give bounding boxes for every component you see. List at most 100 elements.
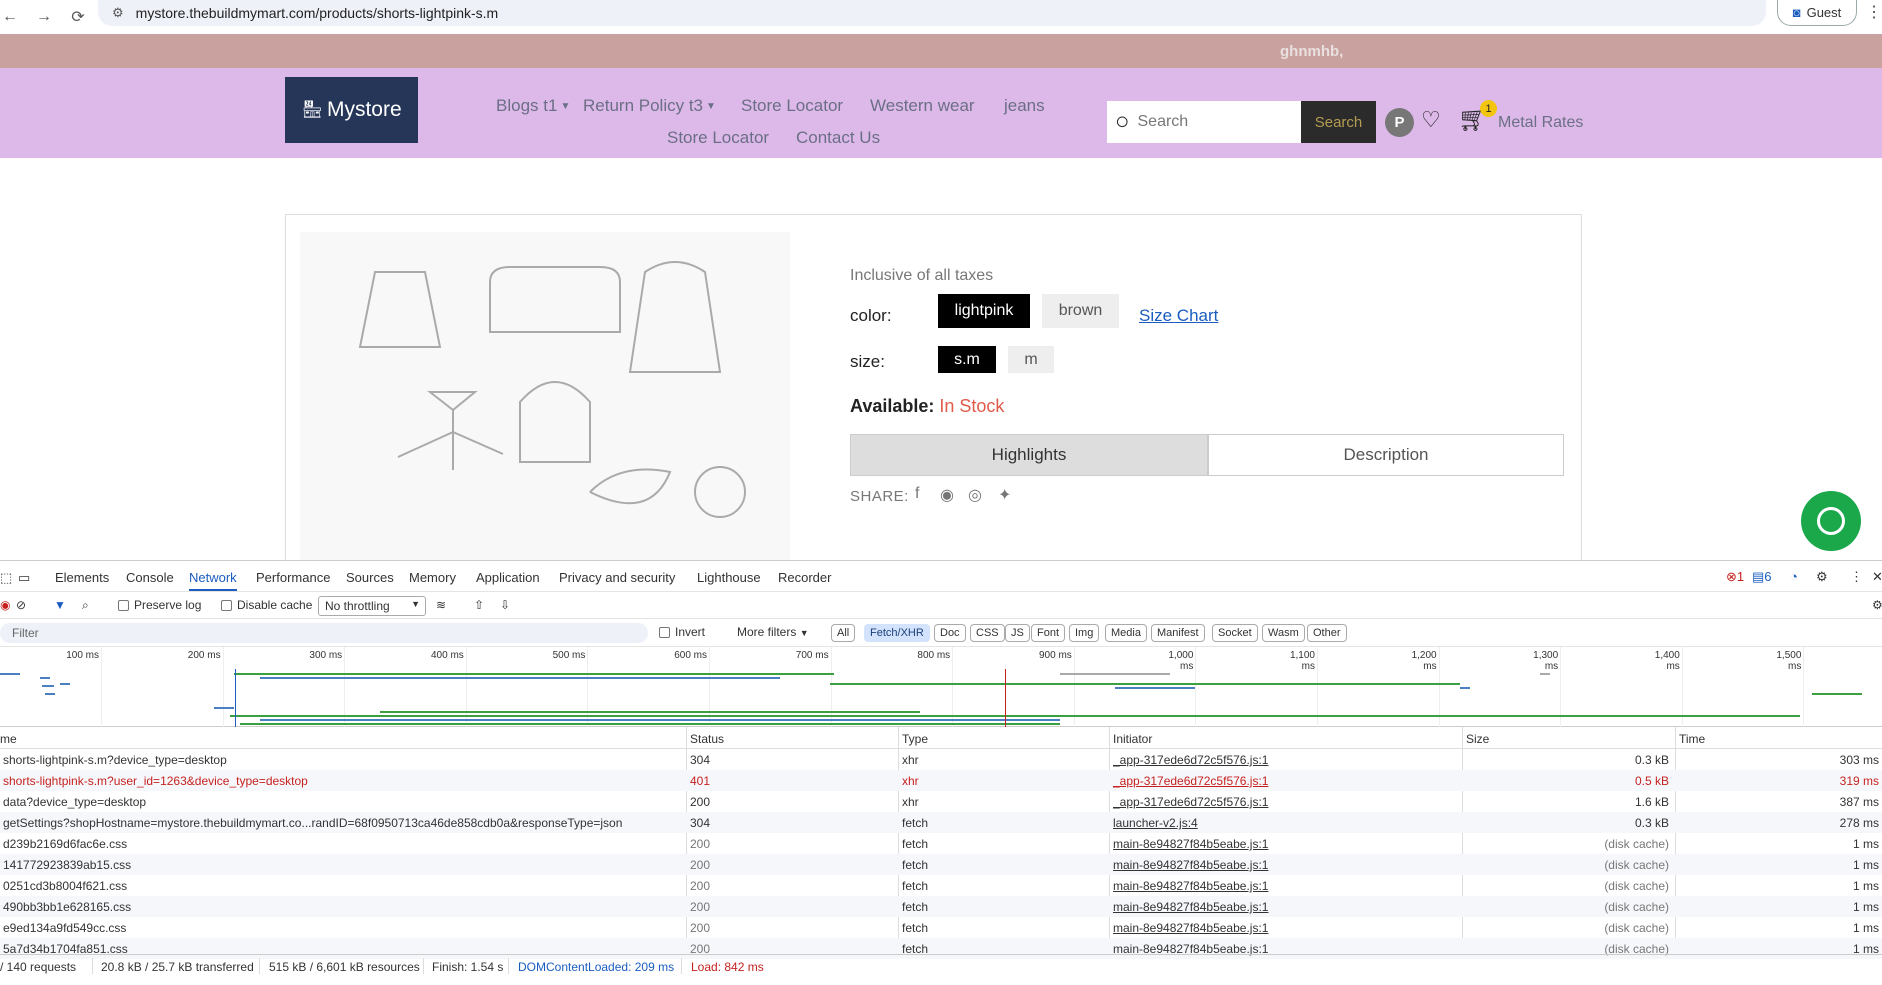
search-icon[interactable]: ⌕	[82, 598, 89, 613]
tab-performance[interactable]: Performance	[256, 570, 330, 585]
filter-funnel-icon[interactable]: ▼	[54, 598, 66, 612]
request-initiator-cell[interactable]: main-8e94827f84b5eabe.js:1	[1113, 921, 1453, 935]
device-toolbar-icon[interactable]: ▭	[18, 570, 30, 586]
column-initiator[interactable]: Initiator	[1113, 732, 1152, 746]
message-counter[interactable]: ▤6	[1752, 569, 1772, 585]
filter-type-font[interactable]: Font	[1031, 624, 1066, 642]
request-initiator-cell[interactable]: _app-317ede6d72c5f576.js:1	[1113, 795, 1453, 809]
nav-store-locator-2[interactable]: Store Locator	[667, 128, 769, 148]
nav-jeans[interactable]: jeans	[1004, 96, 1045, 116]
clear-icon[interactable]: ⊘	[16, 598, 26, 612]
close-devtools-icon[interactable]: ✕	[1872, 569, 1882, 585]
request-initiator-cell[interactable]: _app-317ede6d72c5f576.js:1	[1113, 774, 1453, 788]
size-option-m[interactable]: m	[1008, 346, 1054, 373]
twitter-icon[interactable]: ✦	[998, 485, 1011, 505]
address-bar[interactable]: ⚙ mystore.thebuildmymart.com/products/sh…	[98, 0, 1766, 26]
request-initiator-cell[interactable]: _app-317ede6d72c5f576.js:1	[1113, 753, 1453, 767]
tab-description[interactable]: Description	[1208, 434, 1564, 476]
store-logo[interactable]: 🏪︎ Mystore	[285, 77, 418, 143]
request-initiator-cell[interactable]: main-8e94827f84b5eabe.js:1	[1113, 837, 1453, 851]
tab-sources[interactable]: Sources	[346, 570, 394, 585]
filter-type-other[interactable]: Other	[1307, 624, 1347, 642]
request-row[interactable]: e9ed134a9fd549cc.css 200 fetch main-8e94827…	[0, 917, 1882, 938]
nav-store-locator[interactable]: Store Locator	[741, 96, 843, 116]
column-time[interactable]: Time	[1679, 732, 1705, 746]
filter-type-manifest[interactable]: Manifest	[1151, 624, 1205, 642]
disable-cache-checkbox[interactable]: Disable cache	[221, 598, 312, 612]
export-har-icon[interactable]: ⇩	[500, 598, 510, 612]
request-initiator-cell[interactable]: main-8e94827f84b5eabe.js:1	[1113, 900, 1453, 914]
tab-recorder[interactable]: Recorder	[778, 570, 831, 585]
reload-icon[interactable]: ⟳	[68, 7, 88, 27]
network-conditions-icon[interactable]: ≋	[436, 598, 446, 612]
site-info-icon[interactable]: ⚙	[112, 5, 124, 21]
inspect-element-icon[interactable]: ⬚	[0, 570, 12, 586]
devtools-menu-icon[interactable]: ⋮	[1850, 569, 1863, 585]
request-initiator-cell[interactable]: main-8e94827f84b5eabe.js:1	[1113, 879, 1453, 893]
tab-application[interactable]: Application	[476, 570, 540, 585]
more-filters-dropdown[interactable]: More filters ▼	[737, 625, 809, 639]
request-row[interactable]: 141772923839ab15.css 200 fetch main-8e94827…	[0, 854, 1882, 875]
request-row[interactable]: d239b2169d6fac6e.css 200 fetch main-8e94827…	[0, 833, 1882, 854]
search-field[interactable]: ○ Search	[1107, 101, 1301, 143]
profile-button[interactable]: ◙ Guest	[1777, 0, 1857, 26]
filter-type-img[interactable]: Img	[1069, 624, 1100, 642]
nav-return-policy[interactable]: Return Policy t3 ▼	[583, 96, 716, 116]
forward-arrow-icon[interactable]: →	[34, 8, 54, 26]
throttling-select[interactable]: No throttling ▼	[318, 596, 426, 616]
tab-console[interactable]: Console	[126, 570, 174, 585]
column-name[interactable]: me	[0, 732, 17, 746]
filter-type-wasm[interactable]: Wasm	[1262, 624, 1305, 642]
preserve-log-checkbox[interactable]: Preserve log	[118, 598, 201, 612]
instagram-icon[interactable]: ◎	[968, 485, 982, 505]
size-option-s-m[interactable]: s.m	[938, 346, 996, 373]
filter-type-media[interactable]: Media	[1105, 624, 1147, 642]
request-row[interactable]: shorts-lightpink-s.m?user_id=1263&device…	[0, 770, 1882, 791]
settings-gear-icon[interactable]: ⚙	[1816, 569, 1828, 585]
tab-network[interactable]: Network	[189, 570, 237, 591]
filter-type-all[interactable]: All	[831, 624, 856, 642]
sync-icon[interactable]: ◔	[1790, 569, 1798, 584]
network-timeline-overview[interactable]: 100 ms 200 ms 300 ms 400 ms 500 ms 600 ms 700 …	[0, 647, 1882, 727]
tab-highlights[interactable]: Highlights	[850, 434, 1208, 476]
request-row[interactable]: 490bb3bb1e628165.css 200 fetch main-8e94827…	[0, 896, 1882, 917]
request-row[interactable]: 0251cd3b8004f621.css 200 fetch main-8e94827…	[0, 875, 1882, 896]
filter-input[interactable]: Filter	[0, 623, 648, 643]
network-settings-icon[interactable]: ⚙	[1872, 598, 1882, 612]
request-row[interactable]: data?device_type=desktop 200 xhr _app-317ed…	[0, 791, 1882, 812]
request-row[interactable]: shorts-lightpink-s.m?device_type=desktop…	[0, 749, 1882, 770]
color-option-lightpink[interactable]: lightpink	[938, 294, 1030, 328]
column-type[interactable]: Type	[902, 732, 928, 746]
size-chart-link[interactable]: Size Chart	[1139, 306, 1218, 326]
nav-western-wear[interactable]: Western wear	[870, 96, 975, 116]
user-avatar[interactable]: P	[1385, 108, 1414, 137]
tab-lighthouse[interactable]: Lighthouse	[697, 570, 761, 585]
facebook-icon[interactable]: f	[915, 485, 919, 503]
search-button[interactable]: Search	[1301, 101, 1376, 143]
column-size[interactable]: Size	[1466, 732, 1489, 746]
column-status[interactable]: Status	[690, 732, 724, 746]
filter-type-js[interactable]: JS	[1005, 624, 1030, 642]
request-initiator-cell[interactable]: launcher-v2.js:4	[1113, 816, 1453, 830]
tab-elements[interactable]: Elements	[55, 570, 109, 585]
invert-checkbox[interactable]: Invert	[659, 625, 705, 639]
request-row[interactable]: getSettings?shopHostname=mystore.thebuil…	[0, 812, 1882, 833]
nav-contact-us[interactable]: Contact Us	[796, 128, 880, 148]
tab-privacy-security[interactable]: Privacy and security	[559, 570, 675, 585]
filter-type-css[interactable]: CSS	[970, 624, 1005, 642]
nav-blogs[interactable]: Blogs t1 ▼	[496, 96, 570, 116]
request-initiator-cell[interactable]: main-8e94827f84b5eabe.js:1	[1113, 858, 1453, 872]
color-option-brown[interactable]: brown	[1042, 294, 1119, 328]
metal-rates-link[interactable]: Metal Rates	[1498, 114, 1583, 132]
browser-menu-icon[interactable]: ⋮	[1866, 2, 1882, 22]
wishlist-heart-icon[interactable]: ♡	[1421, 107, 1441, 133]
filter-type-doc[interactable]: Doc	[934, 624, 966, 642]
product-image[interactable]	[300, 232, 790, 562]
record-icon[interactable]: ◉	[0, 598, 10, 612]
filter-type-fetch-xhr[interactable]: Fetch/XHR	[864, 624, 930, 642]
tab-memory[interactable]: Memory	[409, 570, 456, 585]
import-har-icon[interactable]: ⇧	[474, 598, 484, 612]
back-arrow-icon[interactable]: ←	[0, 8, 20, 26]
whatsapp-icon[interactable]: ◉	[940, 485, 954, 505]
filter-type-socket[interactable]: Socket	[1212, 624, 1258, 642]
